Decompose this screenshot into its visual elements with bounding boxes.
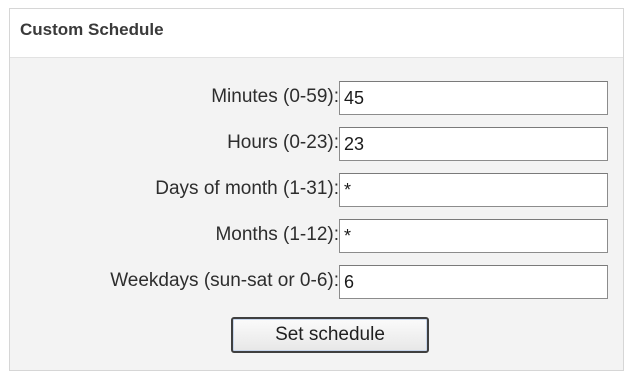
hours-row: Hours (0-23): <box>10 127 623 161</box>
hours-label: Hours (0-23): <box>227 132 339 153</box>
set-schedule-button[interactable]: Set schedule <box>231 317 429 353</box>
weekdays-input[interactable] <box>339 265 608 299</box>
minutes-label: Minutes (0-59): <box>211 86 339 107</box>
weekdays-row: Weekdays (sun-sat or 0-6): <box>10 265 623 299</box>
months-row: Months (1-12): <box>10 219 623 253</box>
panel-header: Custom Schedule <box>10 9 623 58</box>
days-of-month-row: Days of month (1-31): <box>10 173 623 207</box>
months-label: Months (1-12): <box>215 224 339 245</box>
months-input[interactable] <box>339 219 608 253</box>
custom-schedule-panel: Custom Schedule Minutes (0-59): Hours (0… <box>9 8 624 371</box>
hours-input[interactable] <box>339 127 608 161</box>
days-of-month-input[interactable] <box>339 173 608 207</box>
panel-title: Custom Schedule <box>20 20 164 39</box>
minutes-input[interactable] <box>339 81 608 115</box>
days-of-month-label: Days of month (1-31): <box>155 178 339 199</box>
weekdays-label: Weekdays (sun-sat or 0-6): <box>110 270 339 291</box>
minutes-row: Minutes (0-59): <box>10 81 623 115</box>
